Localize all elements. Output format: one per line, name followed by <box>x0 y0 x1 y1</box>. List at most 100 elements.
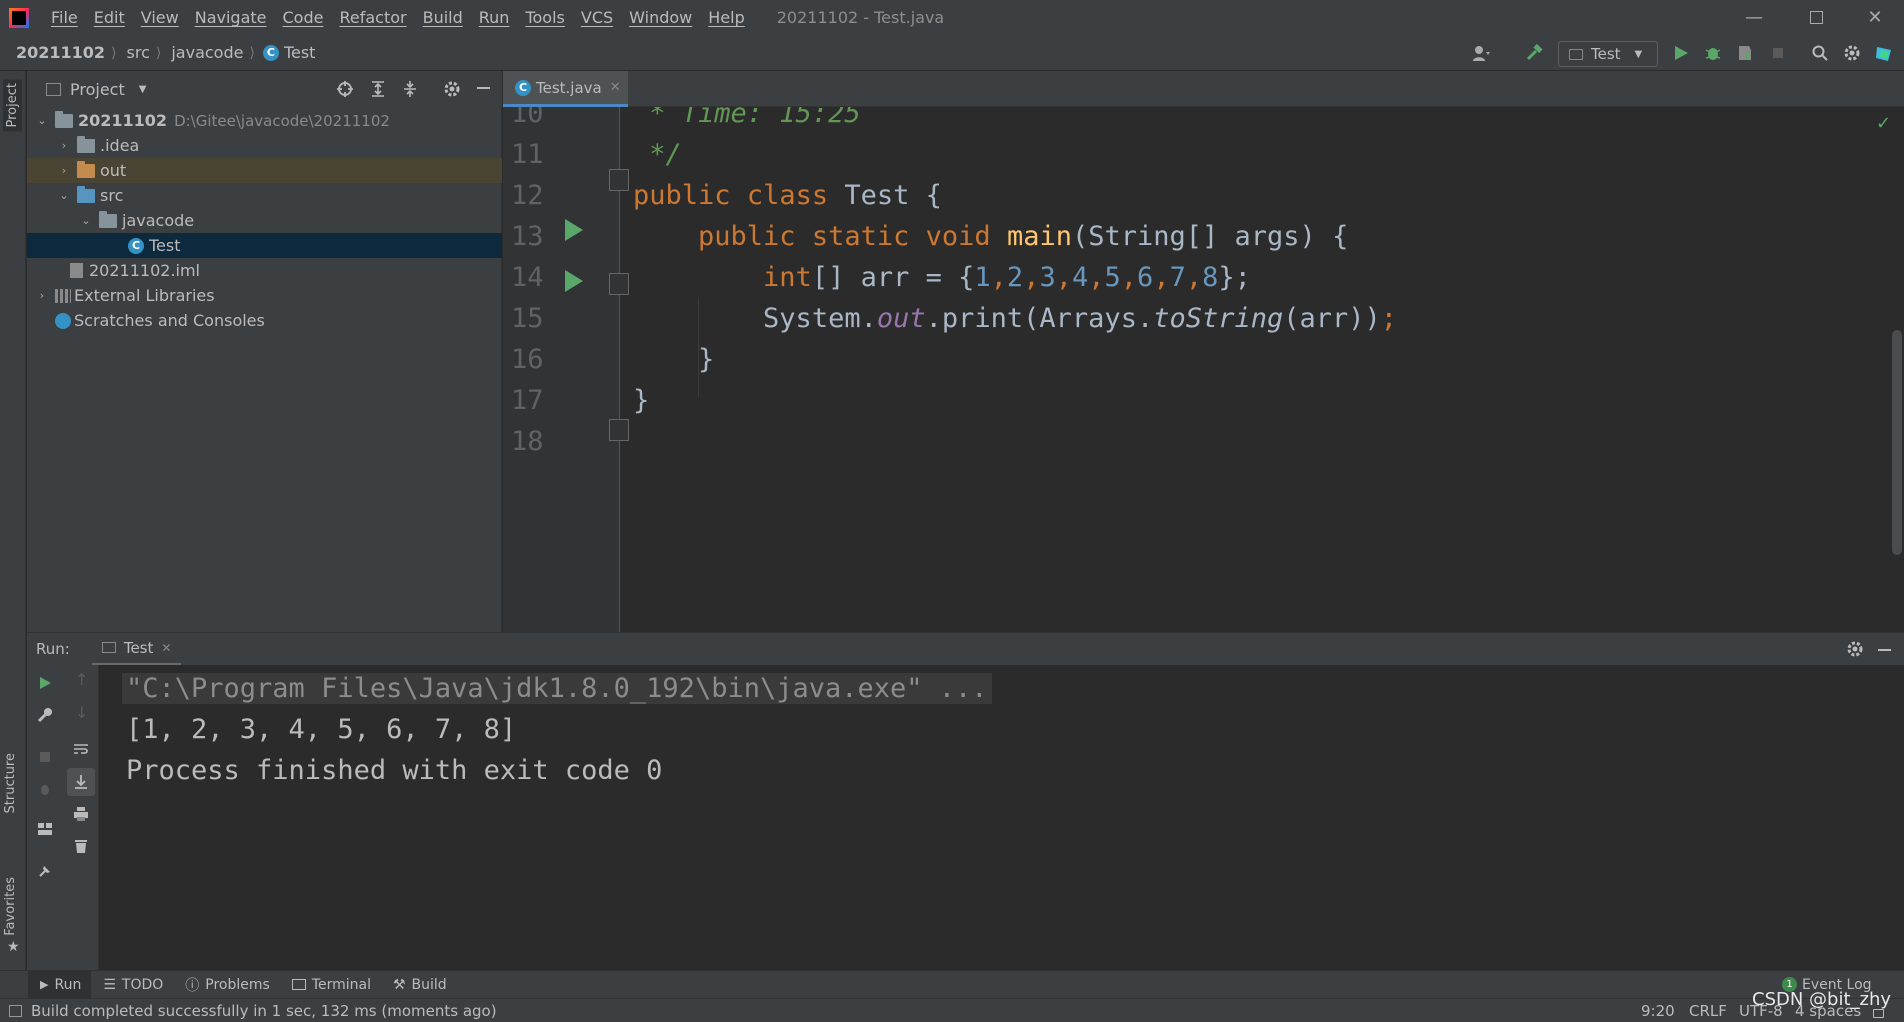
tool-window-build[interactable]: ⚒ Build <box>381 977 457 993</box>
line-number: 15 <box>511 303 544 334</box>
scroll-to-end-button[interactable] <box>67 768 95 796</box>
menu-tools[interactable]: Tools <box>517 8 572 27</box>
collapse-all-icon[interactable] <box>401 80 419 98</box>
tree-item-scratches[interactable]: Scratches and Consoles <box>27 308 502 333</box>
print-icon[interactable] <box>73 806 89 822</box>
inspection-ok-check-icon[interactable]: ✓ <box>1876 113 1891 134</box>
code-line-17: } <box>633 385 650 416</box>
debug-bug-icon[interactable] <box>1704 44 1722 62</box>
structure-tool-tab[interactable]: Structure <box>3 753 18 813</box>
favorites-tool-tab[interactable]: Favorites <box>3 877 18 936</box>
rerun-icon[interactable] <box>37 675 53 691</box>
close-window-button[interactable]: ✕ <box>1846 0 1904 35</box>
chevron-down-icon[interactable]: ⌄ <box>57 189 71 203</box>
menu-refactor[interactable]: Refactor <box>331 8 414 27</box>
editor-tab-test-java[interactable]: C Test.java ✕ <box>503 71 628 107</box>
expand-all-icon[interactable] <box>369 80 387 98</box>
chevron-right-icon[interactable]: › <box>57 139 71 153</box>
tree-item-iml[interactable]: 20211102.iml <box>27 258 502 283</box>
coverage-icon[interactable] <box>1736 44 1754 62</box>
menu-window[interactable]: Window <box>621 8 700 27</box>
menu-vcs[interactable]: VCS <box>573 8 621 27</box>
menu-run[interactable]: Run <box>471 8 518 27</box>
build-hammer-icon[interactable] <box>1525 44 1543 62</box>
watermark: CSDN @bit_zhy <box>1752 989 1892 1010</box>
chevron-right-icon[interactable]: › <box>57 164 71 178</box>
tree-item-external-libraries[interactable]: › External Libraries <box>27 283 502 308</box>
down-arrow-icon[interactable]: ↓ <box>75 703 88 722</box>
wrench-icon[interactable] <box>37 707 53 723</box>
tree-item-idea[interactable]: › .idea <box>27 133 502 158</box>
tool-window-run[interactable]: ▶ Run <box>28 971 92 998</box>
tool-window-todo[interactable]: ☰ TODO <box>91 977 173 993</box>
toolbox-icon[interactable] <box>1875 44 1893 62</box>
tree-item-out[interactable]: › out <box>27 158 502 183</box>
breadcrumb-test[interactable]: Test <box>284 43 316 62</box>
hide-panel-icon[interactable] <box>477 87 490 89</box>
minimize-button[interactable]: — <box>1725 0 1783 35</box>
menu-view[interactable]: View <box>133 8 187 27</box>
settings-gear-icon[interactable] <box>443 80 461 98</box>
status-message[interactable]: Build completed successfully in 1 sec, 1… <box>31 1002 497 1020</box>
run-tab-test[interactable]: Test ✕ <box>91 633 182 666</box>
tool-window-problems[interactable]: ⓘ Problems <box>173 975 280 995</box>
run-console-output[interactable]: "C:\Program Files\Java\jdk1.8.0_192\bin\… <box>99 665 1904 970</box>
line-separator[interactable]: CRLF <box>1689 1002 1727 1020</box>
trash-icon[interactable] <box>73 838 89 854</box>
tree-item-project-root[interactable]: ⌄ 20211102 D:\Gitee\javacode\20211102 <box>27 108 502 133</box>
code-editor[interactable]: 10 11 12 13 14 15 16 17 18 * Time: 15:25… <box>503 107 1904 632</box>
editor-scrollbar[interactable] <box>1892 330 1902 555</box>
line-number: 12 <box>511 180 544 211</box>
caret-position[interactable]: 9:20 <box>1641 1002 1675 1020</box>
chevron-down-icon[interactable]: ⌄ <box>79 214 93 228</box>
tool-window-bar: ▶ Run ☰ TODO ⓘ Problems Terminal ⚒ Build… <box>0 970 1904 998</box>
tool-window-toggle-icon[interactable] <box>9 1004 22 1017</box>
chevron-down-icon[interactable]: ▼ <box>139 84 147 95</box>
project-view-label[interactable]: Project <box>70 80 125 99</box>
star-icon: ★ <box>7 939 20 955</box>
locate-file-icon[interactable] <box>336 80 354 98</box>
hide-panel-icon[interactable] <box>1878 649 1891 651</box>
layout-icon[interactable] <box>37 821 53 837</box>
menu-code[interactable]: Code <box>275 8 332 27</box>
menu-file[interactable]: File <box>43 8 86 27</box>
breadcrumb-project[interactable]: 20211102 <box>0 43 111 62</box>
up-arrow-icon[interactable]: ↑ <box>75 670 88 689</box>
run-main-gutter-icon[interactable] <box>565 270 583 292</box>
chevron-down-icon[interactable]: ⌄ <box>35 114 49 128</box>
settings-gear-icon[interactable] <box>1843 44 1861 62</box>
run-class-gutter-icon[interactable] <box>565 219 583 241</box>
stop-icon[interactable] <box>37 749 53 765</box>
chevron-right-icon[interactable]: › <box>35 289 49 303</box>
stop-icon[interactable] <box>1769 44 1787 62</box>
run-icon[interactable] <box>1672 44 1690 62</box>
project-tool-tab[interactable]: Project <box>3 79 22 132</box>
menu-navigate[interactable]: Navigate <box>187 8 275 27</box>
close-tab-icon[interactable]: ✕ <box>161 641 171 655</box>
tool-window-terminal[interactable]: Terminal <box>280 977 381 993</box>
tree-item-javacode[interactable]: ⌄ javacode <box>27 208 502 233</box>
close-tab-icon[interactable]: ✕ <box>610 80 621 95</box>
fold-marker-icon[interactable] <box>609 273 629 295</box>
tree-item-test-class[interactable]: C Test <box>27 233 502 258</box>
run-icon: ▶ <box>40 978 49 991</box>
menu-help[interactable]: Help <box>700 8 752 27</box>
run-configuration-select[interactable]: Test ▼ <box>1558 41 1658 67</box>
user-icon[interactable] <box>1472 44 1490 62</box>
menu-edit[interactable]: Edit <box>86 8 133 27</box>
lock-icon[interactable] <box>1873 1009 1884 1018</box>
soft-wrap-icon[interactable] <box>73 741 89 757</box>
menu-build[interactable]: Build <box>415 8 471 27</box>
tree-item-src[interactable]: ⌄ src <box>27 183 502 208</box>
search-icon[interactable] <box>1811 44 1829 62</box>
breadcrumb-src[interactable]: src <box>117 43 156 62</box>
maximize-button[interactable] <box>1787 0 1845 35</box>
fold-marker-icon[interactable] <box>609 169 629 191</box>
debug-off-icon[interactable] <box>37 781 53 797</box>
fold-marker-icon[interactable] <box>609 419 629 441</box>
left-tool-strip: Project Structure Favorites ★ <box>0 71 26 970</box>
breadcrumb-javacode[interactable]: javacode <box>161 43 249 62</box>
settings-gear-icon[interactable] <box>1846 640 1864 658</box>
hammer-icon: ⚒ <box>392 976 406 993</box>
pin-icon[interactable] <box>37 863 53 879</box>
